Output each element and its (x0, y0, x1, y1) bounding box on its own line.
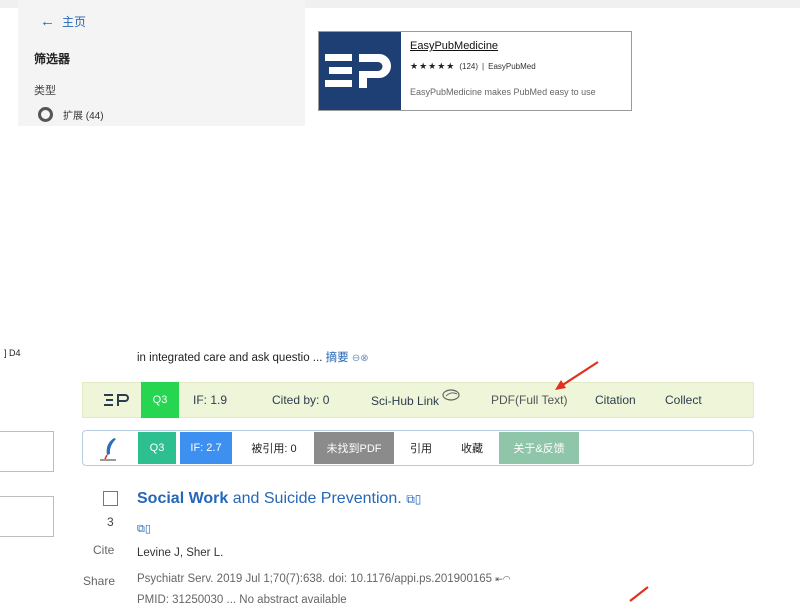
about-feedback[interactable]: 关于&反馈 (499, 432, 579, 464)
result-title-bold: Social Work (137, 490, 229, 507)
ep-small-logo-icon (104, 394, 129, 406)
easypubmed-logo (319, 32, 401, 110)
result-title[interactable]: Social Work and Suicide Prevention. ⧉▯ (137, 490, 421, 508)
type-label: 类型 (34, 85, 56, 97)
back-arrow-icon: ← (40, 12, 55, 30)
pdf-not-found[interactable]: 未找到PDF (314, 432, 394, 464)
ep-toolbar-logo[interactable] (104, 393, 130, 412)
citation-text: Psychiatr Serv. 2019 Jul 1;70(7):638. do… (137, 573, 493, 585)
extension-name[interactable]: EasyPubMedicine (410, 40, 498, 52)
abstract-snippet: in integrated care and ask questio ... (137, 352, 323, 364)
extension-description: EasyPubMedicine makes PubMed easy to use (410, 87, 596, 97)
left-input-box-1[interactable] (0, 431, 54, 472)
cited-by-en[interactable]: Cited by: 0 (272, 393, 329, 407)
ep-logo-icon (319, 32, 401, 110)
scihub-bird-icon (442, 389, 460, 401)
expand-abstract-icon[interactable]: ⊖⊗ (352, 353, 369, 364)
result-checkbox[interactable] (103, 491, 118, 506)
radio-extension[interactable]: 扩展 (44) (38, 107, 104, 122)
filter-title: 筛选器 (34, 52, 71, 66)
result-authors: Levine J, Sher L. (137, 547, 224, 559)
result-number: 3 (107, 515, 114, 529)
extension-meta: ★★★★★ (124) | EasyPubMed (410, 61, 536, 72)
citation-en[interactable]: Citation (595, 393, 636, 407)
impact-factor-en: IF: 1.9 (193, 393, 228, 407)
pdf-full-text[interactable]: PDF(Full Text) (491, 393, 567, 407)
meta-divider: | (482, 62, 485, 71)
result-title-rest: and Suicide Prevention. (228, 490, 402, 507)
scihub-label: Sci-Hub Link (371, 394, 440, 408)
abstract-link[interactable]: 摘要 (326, 352, 349, 364)
red-arrow-2-icon (629, 586, 649, 602)
radio-label: 扩展 (44) (63, 111, 104, 122)
cited-by-cn[interactable]: 被引用: 0 (238, 432, 310, 464)
left-input-box-2[interactable] (0, 496, 54, 537)
result-citation: Psychiatr Serv. 2019 Jul 1;70(7):638. do… (137, 573, 511, 585)
rating-stars-icon: ★★★★★ (410, 61, 456, 71)
red-arrow-icon (555, 361, 599, 390)
left-fragment: ] D4 (4, 348, 21, 358)
copy-link-icon[interactable]: ⧉▯ (137, 522, 151, 536)
collect-cn[interactable]: 收藏 (448, 432, 496, 464)
feather-pen-icon (100, 438, 116, 461)
pmid-line: PMID: 31250030 ... No abstract available (137, 594, 347, 606)
citation-bird-icon[interactable]: ⇤◠ (495, 574, 510, 584)
extension-publisher: EasyPubMed (488, 62, 536, 71)
impact-factor-cn: IF: 2.7 (180, 432, 232, 464)
abstract-snippet-row: in integrated care and ask questio ... 摘… (137, 349, 369, 365)
feather-logo[interactable] (98, 436, 122, 467)
back-label: 主页 (62, 15, 87, 29)
cite-cn[interactable]: 引用 (398, 432, 444, 464)
scihub-link[interactable]: Sci-Hub Link (371, 389, 460, 408)
share-link[interactable]: Share (83, 574, 115, 588)
copy-title-icon[interactable]: ⧉▯ (406, 492, 421, 506)
rating-count: (124) (459, 62, 479, 71)
quartile-badge-en: Q3 (141, 382, 179, 418)
cite-link[interactable]: Cite (93, 543, 114, 557)
radio-selected-icon (38, 107, 53, 122)
quartile-badge-cn: Q3 (138, 432, 176, 464)
back-home-link[interactable]: ← 主页 (40, 13, 86, 30)
collect-en[interactable]: Collect (665, 393, 702, 407)
